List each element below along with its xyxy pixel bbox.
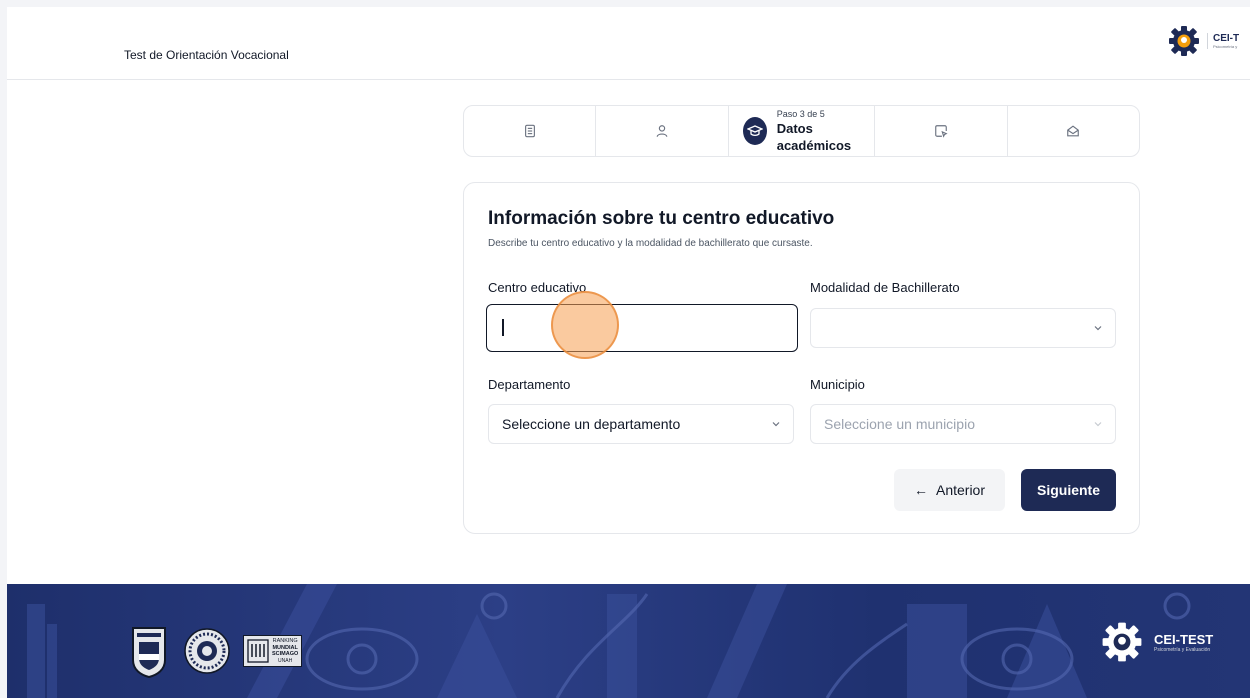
footer-brand-subtitle: Psicometría y Evaluación bbox=[1154, 646, 1211, 653]
chevron-down-icon bbox=[1094, 422, 1102, 427]
gear-brain-logo-icon bbox=[1169, 26, 1199, 56]
ranking-line-4: UNAH bbox=[278, 657, 293, 664]
municipio-select[interactable]: Seleccione un municipio bbox=[810, 404, 1116, 444]
document-icon bbox=[524, 124, 535, 138]
gear-brain-logo-icon bbox=[1102, 622, 1142, 662]
anterior-label: Anterior bbox=[935, 482, 986, 498]
departamento-label: Departamento bbox=[488, 377, 571, 392]
top-bar: Test de Orientación Vocacional CEI-T Psi… bbox=[7, 7, 1250, 80]
building-icon bbox=[247, 639, 269, 663]
step-3-text: Paso 3 de 5 Datos académicos bbox=[777, 108, 875, 154]
departamento-value: Seleccione un departamento bbox=[502, 416, 681, 432]
step-3-current[interactable]: Paso 3 de 5 Datos académicos bbox=[729, 106, 876, 156]
ranking-line-3: SCIMAGO bbox=[272, 651, 299, 657]
modalidad-select[interactable] bbox=[810, 308, 1116, 348]
departamento-select[interactable]: Seleccione un departamento bbox=[488, 404, 794, 444]
footer-logo: CEI-TEST Psicometría y Evaluación bbox=[1100, 620, 1213, 664]
header-brand-name: CEI-T bbox=[1213, 33, 1240, 44]
form-title: Información sobre tu centro educativo bbox=[488, 208, 835, 229]
step-3-badge bbox=[742, 117, 767, 145]
step-4[interactable] bbox=[875, 106, 1008, 156]
chevron-down-icon bbox=[772, 422, 780, 427]
clipboard-pointer-icon bbox=[935, 125, 948, 138]
ranking-text: RANKING MUNDIAL SCIMAGO UNAH bbox=[272, 638, 298, 664]
footer-badges: RANKING MUNDIAL SCIMAGO UNAH bbox=[129, 624, 303, 678]
click-indicator bbox=[551, 291, 619, 359]
app-title: Test de Orientación Vocacional bbox=[124, 48, 289, 62]
app-window: Test de Orientación Vocacional CEI-T Psi… bbox=[7, 7, 1250, 698]
modalidad-label: Modalidad de Bachillerato bbox=[810, 280, 960, 295]
arrow-left-icon: ← bbox=[913, 482, 928, 498]
form-card: Información sobre tu centro educativo De… bbox=[463, 182, 1140, 534]
header-brand-text: CEI-T Psicometría y bbox=[1207, 33, 1239, 49]
footer: RANKING MUNDIAL SCIMAGO UNAH CEI-TEST Ps… bbox=[7, 584, 1250, 698]
municipio-label: Municipio bbox=[810, 377, 865, 392]
step-1[interactable] bbox=[464, 106, 597, 156]
siguiente-button[interactable]: Siguiente bbox=[1021, 469, 1116, 511]
anterior-button[interactable]: ← Anterior bbox=[894, 469, 1005, 511]
ranked-shield-badge-icon bbox=[132, 627, 166, 678]
header-brand-subtitle: Psicometría y bbox=[1213, 44, 1238, 49]
header-logo[interactable]: CEI-T Psicometría y bbox=[1167, 24, 1239, 58]
ranking-scimago-badge: RANKING MUNDIAL SCIMAGO UNAH bbox=[243, 635, 303, 667]
step-2[interactable] bbox=[596, 106, 729, 156]
ranking-line-1: RANKING bbox=[272, 638, 298, 644]
centro-educativo-input[interactable] bbox=[486, 304, 798, 352]
text-caret bbox=[502, 319, 504, 336]
municipio-value: Seleccione un municipio bbox=[824, 416, 975, 432]
envelope-open-icon bbox=[1067, 125, 1080, 137]
chevron-down-icon bbox=[1094, 326, 1102, 331]
form-subtitle: Describe tu centro educativo y la modali… bbox=[488, 238, 813, 249]
footer-brand-text: CEI-TEST Psicometría y Evaluación bbox=[1154, 632, 1213, 653]
footer-brand-name: CEI-TEST bbox=[1154, 631, 1214, 647]
progress-stepper: Paso 3 de 5 Datos académicos bbox=[463, 105, 1140, 157]
university-seal-icon bbox=[184, 628, 230, 674]
step-counter: Paso 3 de 5 bbox=[776, 109, 825, 119]
graduation-cap-icon bbox=[746, 125, 763, 136]
step-title: Datos académicos bbox=[776, 121, 852, 153]
step-5[interactable] bbox=[1008, 106, 1139, 156]
user-icon bbox=[656, 125, 668, 137]
